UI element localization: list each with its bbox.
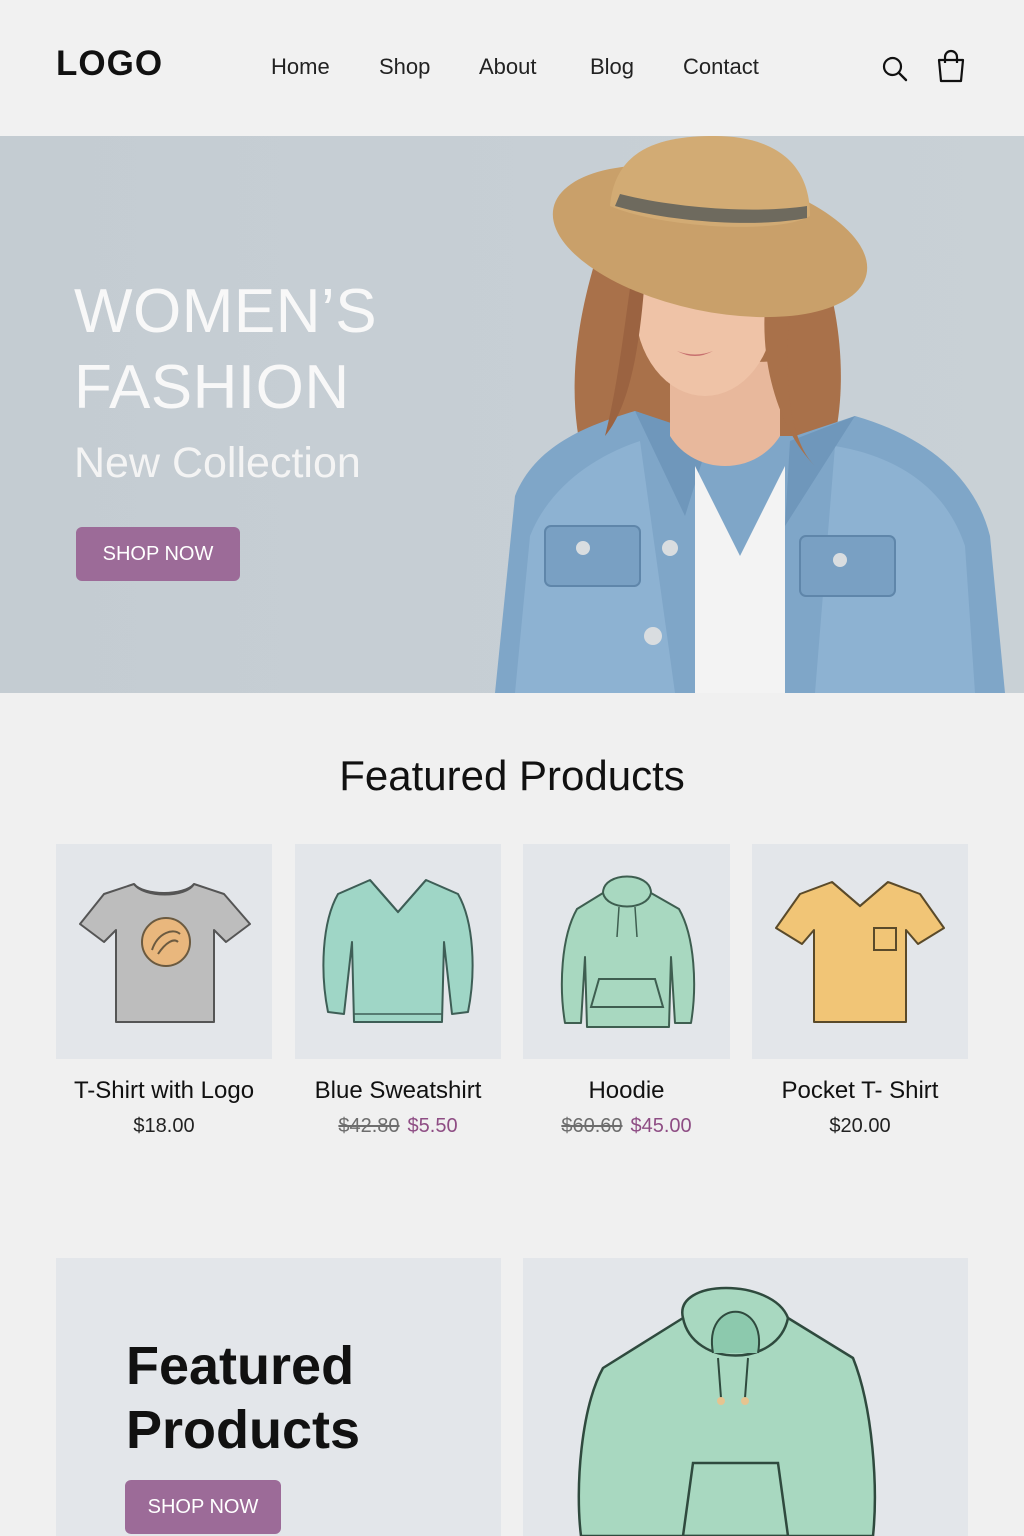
product-image[interactable] <box>295 844 501 1059</box>
hoodie-icon <box>577 1286 877 1536</box>
nav-contact[interactable]: Contact <box>683 54 759 80</box>
product-image[interactable] <box>523 844 730 1059</box>
product-image[interactable] <box>752 844 968 1059</box>
nav-shop[interactable]: Shop <box>379 54 430 80</box>
product-name[interactable]: T-Shirt with Logo <box>56 1077 272 1105</box>
product-card-pocket-tshirt[interactable]: Pocket T- Shirt $20.00 <box>752 844 968 1138</box>
shopping-bag-icon[interactable] <box>934 48 968 84</box>
product-card-blue-sweatshirt[interactable]: Blue Sweatshirt $42.80 $5.50 <box>295 844 501 1138</box>
product-price: $18.00 <box>133 1115 195 1137</box>
hero-banner: WOMEN’S FASHION New Collection SHOP NOW <box>0 136 1024 693</box>
original-price: $42.80 <box>338 1115 400 1137</box>
product-name[interactable]: Pocket T- Shirt <box>752 1077 968 1105</box>
hoodie-icon <box>560 875 695 1028</box>
hero-title-line2: FASHION <box>74 353 350 422</box>
logo[interactable]: LOGO <box>56 44 163 84</box>
promo-panel: Featured Products SHOP NOW <box>56 1258 501 1536</box>
product-name[interactable]: Blue Sweatshirt <box>295 1077 501 1105</box>
promo-title-line1: Featured <box>126 1336 355 1396</box>
pocket-tshirt-icon <box>775 880 945 1023</box>
tshirt-logo-icon <box>79 882 251 1023</box>
nav-blog[interactable]: Blog <box>590 54 634 80</box>
promo-shop-now-button[interactable]: SHOP NOW <box>125 1480 281 1534</box>
search-icon[interactable] <box>880 54 910 84</box>
product-price: $20.00 <box>829 1115 891 1137</box>
promo-image-panel[interactable] <box>523 1258 968 1536</box>
promo-title-line2: Products <box>126 1400 361 1460</box>
product-price: $42.80 $5.50 <box>295 1115 501 1138</box>
sale-price: $45.00 <box>630 1115 692 1137</box>
product-image[interactable] <box>56 844 272 1059</box>
product-name[interactable]: Hoodie <box>523 1077 730 1105</box>
featured-products-title: Featured Products <box>339 752 685 799</box>
hero-title: WOMEN’S FASHION <box>74 274 494 426</box>
hero-shop-now-button[interactable]: SHOP NOW <box>76 527 240 581</box>
promo-title: Featured Products <box>126 1334 446 1462</box>
site-header: LOGO Home Shop About Blog Contact <box>0 0 1024 136</box>
product-card-tshirt-logo[interactable]: T-Shirt with Logo $18.00 <box>56 844 272 1138</box>
original-price: $60.60 <box>561 1115 623 1137</box>
product-card-hoodie[interactable]: Hoodie $60.60 $45.00 <box>523 844 730 1138</box>
nav-about[interactable]: About <box>479 54 537 80</box>
hero-model-image <box>495 136 1005 693</box>
hero-subtitle: New Collection <box>74 439 361 487</box>
sale-price: $5.50 <box>407 1115 458 1137</box>
sweatshirt-icon <box>322 878 474 1023</box>
nav-home[interactable]: Home <box>271 54 330 80</box>
product-price: $60.60 $45.00 <box>523 1115 730 1138</box>
hero-title-line1: WOMEN’S <box>74 277 378 346</box>
